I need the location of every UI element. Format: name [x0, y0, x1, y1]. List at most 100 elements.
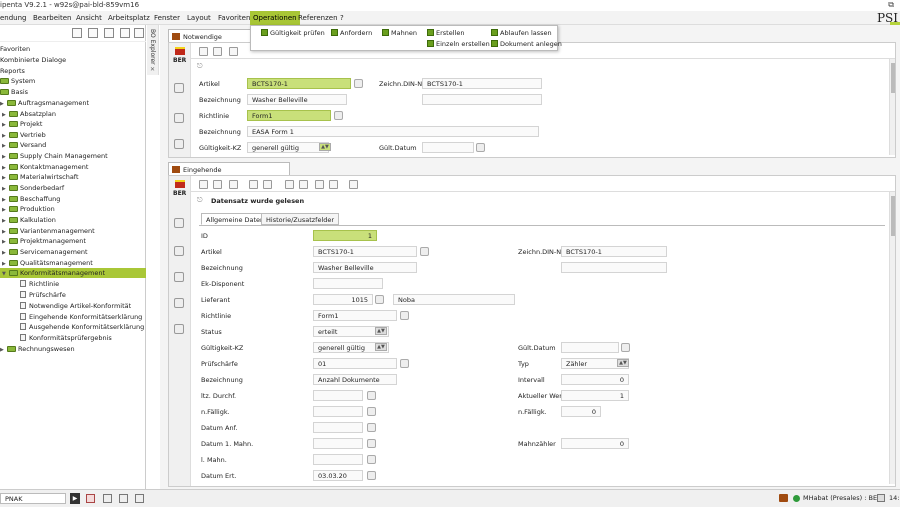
sync-icon[interactable]: [229, 47, 238, 56]
bo-explorer-strip[interactable]: BO Explorer ✕: [147, 25, 159, 75]
tree-item-supply-chain[interactable]: ▶ Supply Chain Management: [2, 151, 108, 161]
tree-item-materialwirtschaft[interactable]: ▶ Materialwirtschaft: [2, 172, 79, 182]
chevron-right-icon[interactable]: ▶: [0, 345, 7, 355]
dropdown-arrow-icon[interactable]: ▲▼: [375, 327, 387, 335]
refresh-icon[interactable]: [199, 47, 208, 56]
copy-icon[interactable]: [174, 298, 184, 308]
calendar-icon[interactable]: [367, 471, 376, 480]
tree-item-pruefschaerfe[interactable]: Prüfschärfe: [20, 290, 66, 300]
calendar-icon[interactable]: [476, 143, 485, 152]
dropdown-arrow-icon[interactable]: ▲▼: [617, 359, 629, 367]
menu-ansicht[interactable]: Ansicht: [76, 14, 102, 22]
gueltigkeit-datum-field[interactable]: [561, 342, 619, 353]
bezeichnung-extra-field[interactable]: [422, 94, 542, 105]
menu-anwendung[interactable]: endung: [0, 14, 27, 22]
tree-item-ausgehende-konformitaetserklaerung[interactable]: Ausgehende Konformitätserklärung: [20, 322, 144, 332]
tree-item-auftragsmanagement[interactable]: ▶ Auftragsmanagement: [0, 98, 89, 108]
gueltigkeit-kz-select[interactable]: generell gültig: [247, 142, 329, 153]
user-info[interactable]: MHabat (Presales) : BER: [803, 494, 882, 502]
menu-item-anfordern[interactable]: Anfordern: [331, 29, 372, 37]
menu-referenzen[interactable]: Referenzen: [298, 14, 338, 22]
tree-item-konformitaetspruefergebnis[interactable]: Konformitätsprüfergebnis: [20, 333, 112, 343]
calendar-icon[interactable]: [367, 391, 376, 400]
tree-item-notwendige-artikel-konformitaet[interactable]: Notwendige Artikel-Konformität: [20, 301, 131, 311]
chevron-right-icon[interactable]: ▶: [2, 216, 9, 226]
anchor-icon[interactable]: [174, 218, 184, 228]
tab-historie-zusatzfelder[interactable]: Historie/Zusatzfelder: [261, 213, 340, 225]
tree-item-absatzplan[interactable]: ▶ Absatzplan: [2, 109, 56, 119]
tree-item-system[interactable]: System: [0, 76, 35, 86]
naechste-faelligkeit2-field[interactable]: 0: [561, 406, 601, 417]
lookup-icon[interactable]: [400, 359, 409, 368]
tree-item-favoriten[interactable]: Favoriten: [0, 44, 30, 54]
tree-item-beschaffung[interactable]: ▶ Beschaffung: [2, 194, 60, 204]
lookup-icon[interactable]: [400, 311, 409, 320]
tree-item-konformitaetsmanagement[interactable]: ▼ Konformitätsmanagement: [0, 268, 146, 278]
restore-window-icon[interactable]: ⧉: [888, 0, 894, 10]
list-icon[interactable]: [174, 246, 184, 256]
tree-item-vertrieb[interactable]: ▶ Vertrieb: [2, 130, 46, 140]
bezeichnung-extra-field[interactable]: [561, 262, 667, 273]
calendar-icon[interactable]: [367, 455, 376, 464]
bezeichnung-field[interactable]: Washer Belleville: [313, 262, 417, 273]
menu-item-mahnen[interactable]: Mahnen: [382, 29, 417, 37]
datum-1-mahn-field[interactable]: [313, 438, 363, 449]
bezeichnung-field[interactable]: Washer Belleville: [247, 94, 347, 105]
edit-icon[interactable]: [213, 180, 222, 189]
save-icon[interactable]: [249, 180, 258, 189]
calendar-icon[interactable]: [367, 407, 376, 416]
grid-icon[interactable]: [103, 494, 112, 503]
tree-item-projektmanagement[interactable]: ▶ Projektmanagement: [2, 236, 86, 246]
tree-item-eingehende-konformitaetserklaerung[interactable]: Eingehende Konformitätserklärung: [20, 312, 142, 322]
calendar-icon[interactable]: [621, 343, 630, 352]
artikel-field[interactable]: BCTS170-1: [247, 78, 351, 89]
tree-item-reports[interactable]: Reports: [0, 66, 25, 76]
tree-item-qualitaetsmanagement[interactable]: ▶ Qualitätsmanagement: [2, 258, 93, 268]
lieferant-field[interactable]: 1015: [313, 294, 373, 305]
minus-icon[interactable]: [134, 28, 144, 38]
tab-allgemeine-daten[interactable]: Allgemeine Daten: [201, 213, 270, 225]
chevron-right-icon[interactable]: ▶: [2, 237, 9, 247]
last-record-icon[interactable]: [329, 180, 338, 189]
zeichn-field[interactable]: BCTS170-1: [422, 78, 542, 89]
table-icon[interactable]: [119, 494, 128, 503]
first-record-icon[interactable]: [285, 180, 294, 189]
menu-item-einzeln-erstellen[interactable]: Einzeln erstellen: [427, 40, 490, 48]
tree-item-kontaktmanagement[interactable]: ▶ Kontaktmanagement: [2, 162, 88, 172]
expand-icon[interactable]: [88, 28, 98, 38]
dropdown-arrow-icon[interactable]: ▲▼: [375, 343, 387, 351]
datum-erteilung-field[interactable]: 03.03.20: [313, 470, 363, 481]
chevron-right-icon[interactable]: ▶: [2, 120, 9, 130]
bezeichnung2-field[interactable]: EASA Form 1: [247, 126, 539, 137]
add-icon[interactable]: [120, 28, 130, 38]
calendar-icon[interactable]: [367, 423, 376, 432]
lookup-icon[interactable]: [420, 247, 429, 256]
dropdown-arrow-icon[interactable]: ▲▼: [319, 143, 331, 151]
menu-arbeitsplatz[interactable]: Arbeitsplatz: [108, 14, 150, 22]
zeichn-field[interactable]: BCTS170-1: [561, 246, 667, 257]
tab-eingehende-konformitaetserklaerung[interactable]: Eingehende Konformitätserklärung 1: [168, 162, 290, 182]
lieferant-name-field[interactable]: Noba: [393, 294, 515, 305]
menu-operationen[interactable]: Operationen: [250, 11, 300, 25]
calculator-icon[interactable]: [174, 272, 184, 282]
previous-record-icon[interactable]: [299, 180, 308, 189]
calculator-icon[interactable]: [174, 139, 184, 149]
mahnzaehler-field[interactable]: 0: [561, 438, 629, 449]
intervall-field[interactable]: 0: [561, 374, 629, 385]
tree-item-basis[interactable]: Basis: [0, 87, 28, 97]
menu-favoriten[interactable]: Favoriten: [218, 14, 250, 22]
tree-item-richtlinie[interactable]: Richtlinie: [20, 279, 59, 289]
calendar-icon[interactable]: [367, 439, 376, 448]
tree-item-kalkulation[interactable]: ▶ Kalkulation: [2, 215, 56, 225]
chevron-right-icon[interactable]: ▶: [2, 205, 9, 215]
tree-item-servicemanagement[interactable]: ▶ Servicemanagement: [2, 247, 88, 257]
letzte-durchfuehrung-field[interactable]: [313, 390, 363, 401]
tree-item-variantenmanagement[interactable]: ▶ Variantenmanagement: [2, 226, 95, 236]
chevron-right-icon[interactable]: ▶: [0, 99, 7, 109]
lookup-icon[interactable]: [334, 111, 343, 120]
briefcase-icon[interactable]: [779, 494, 788, 502]
chart-icon[interactable]: [135, 494, 144, 503]
tree-item-sonderbedarf[interactable]: ▶ Sonderbedarf: [2, 183, 64, 193]
edit-icon[interactable]: [213, 47, 222, 56]
id-field[interactable]: 1: [313, 230, 377, 241]
